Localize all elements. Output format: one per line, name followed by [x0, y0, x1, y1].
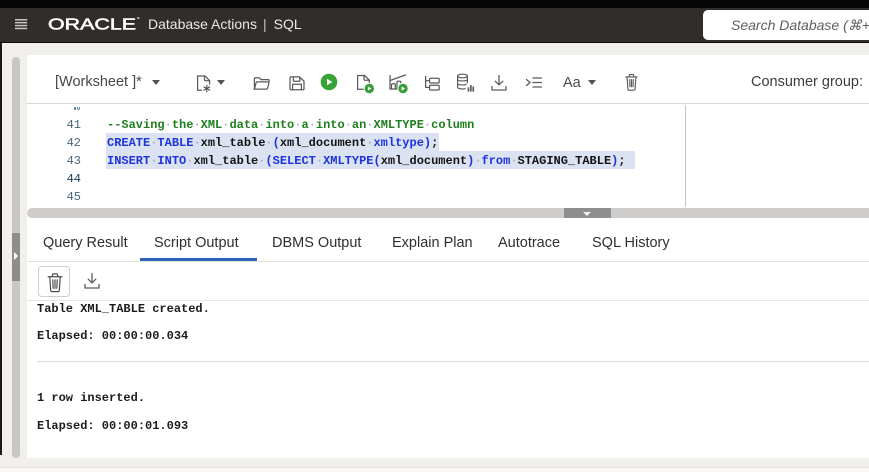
svg-text:ORACLE: ORACLE — [48, 16, 136, 33]
